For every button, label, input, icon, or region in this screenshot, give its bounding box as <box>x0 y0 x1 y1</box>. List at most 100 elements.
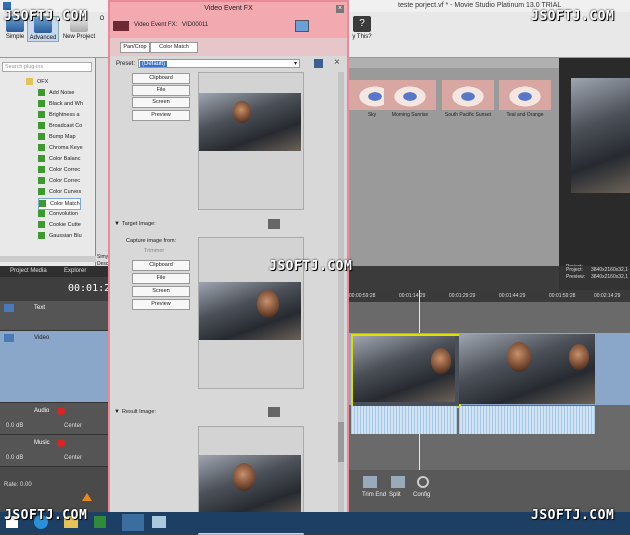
collapse-arrow-icon[interactable]: ▼ <box>114 221 120 227</box>
fx-icon <box>38 100 45 108</box>
audio-clip[interactable] <box>351 406 457 434</box>
preset-thumb[interactable] <box>442 80 494 110</box>
rate-panel: Rate: 0.00 <box>0 467 108 512</box>
preset-thumb[interactable] <box>384 80 436 110</box>
trimmer-label: Trimmer <box>144 248 165 254</box>
track-header-music[interactable]: Music 0.0 dB Center <box>0 435 108 467</box>
watermark: JSOFTJ.COM <box>4 508 88 523</box>
plugin-search[interactable]: Search plug-ins <box>2 62 92 72</box>
search-placeholder: Search plug-ins <box>5 64 44 70</box>
trim-end-icon <box>363 476 377 488</box>
tree-folder-ofx[interactable]: OFX <box>26 77 48 87</box>
preset-label: South Pacific Sunset <box>444 112 492 118</box>
track-header-video[interactable]: Video <box>0 331 108 403</box>
preset-select[interactable]: (Default) ▾ <box>138 59 300 68</box>
movie-studio-icon[interactable] <box>122 514 144 531</box>
open-button[interactable]: O <box>97 16 107 22</box>
time-ruler[interactable]: 00:00:59:28 00:01:14:29 00:01:29:29 00:0… <box>349 290 630 302</box>
warning-icon <box>82 493 92 501</box>
source-clipboard-button[interactable]: Clipboard <box>132 73 190 84</box>
tree-item[interactable]: Color Balanc <box>38 154 81 164</box>
folder-icon <box>26 78 33 86</box>
record-arm-icon[interactable] <box>57 439 65 447</box>
plugin-chain: Pan/Crop Color Match <box>110 38 347 56</box>
tree-item[interactable]: Bump Map <box>38 132 76 142</box>
target-image-label: Target Image: <box>122 221 156 227</box>
tree-side-panel: Simy Desc <box>96 58 108 267</box>
bottom-toolbar: Trim End Split Config <box>349 470 630 512</box>
tree-hscrollbar[interactable] <box>0 256 96 262</box>
fx-icon <box>38 177 45 185</box>
watermark: JSOFTJ.COM <box>531 9 615 24</box>
excel-icon[interactable] <box>94 516 106 528</box>
camera-icon[interactable] <box>268 407 280 417</box>
tab-project-media[interactable]: Project Media <box>10 268 47 274</box>
tree-item[interactable]: Chroma Keye <box>38 143 83 153</box>
source-file-button[interactable]: File <box>132 85 190 96</box>
close-icon[interactable]: × <box>336 5 344 13</box>
timecode-panel: 00:01:21 <box>0 277 116 301</box>
tree-item[interactable]: Color Correc <box>38 165 80 175</box>
fx-icon <box>38 221 45 229</box>
video-clip-selected[interactable] <box>351 334 461 408</box>
preset-label: Morning Sunrise <box>391 112 429 118</box>
scroll-thumb[interactable] <box>338 422 344 462</box>
record-arm-icon[interactable] <box>57 407 65 415</box>
chain-color-match[interactable]: Color Match <box>150 42 198 53</box>
chevron-down-icon: ▾ <box>293 61 297 67</box>
presets-header <box>349 58 559 68</box>
tree-item[interactable]: Add Noise <box>38 88 74 98</box>
tree-item[interactable]: Cookie Cutte <box>38 220 81 230</box>
track-icon <box>4 304 14 312</box>
tree-item[interactable]: Color Correc <box>38 176 80 186</box>
task-icon[interactable] <box>152 516 166 528</box>
preset-label: Preset: <box>116 61 136 67</box>
audio-clip[interactable] <box>459 406 595 434</box>
split-icon <box>391 476 405 488</box>
preview-frame <box>571 78 630 193</box>
fx-icon <box>38 133 45 141</box>
source-preview-button[interactable]: Preview <box>132 110 190 121</box>
tree-item[interactable]: Color Curves <box>38 187 81 197</box>
dialog-scrollbar[interactable] <box>338 72 344 533</box>
fx-icon <box>38 166 45 174</box>
preview-info: Project: 3840x2160x32,1 Preview: 3840x21… <box>559 266 630 290</box>
tree-item[interactable]: Brightness a <box>38 110 80 120</box>
camera-icon[interactable] <box>268 219 280 229</box>
target-clipboard-button[interactable]: Clipboard <box>132 260 190 271</box>
split-screen-icon[interactable] <box>295 20 309 32</box>
collapse-arrow-icon[interactable]: ▼ <box>114 409 120 415</box>
whats-this-button[interactable]: ? y This? <box>349 16 375 40</box>
target-screen-button[interactable]: Screen <box>132 286 190 297</box>
chain-pan-crop[interactable]: Pan/Crop <box>120 42 150 53</box>
track-header-audio[interactable]: Audio 0.0 dB Center <box>0 403 108 435</box>
track-header-text[interactable]: Text <box>0 301 108 331</box>
event-id: VID00011 <box>182 22 209 28</box>
tree-item[interactable]: Black and Wh <box>38 99 83 109</box>
help-icon: ? <box>353 16 371 32</box>
preset-thumb[interactable] <box>499 80 551 110</box>
gear-icon <box>417 476 429 488</box>
video-clip[interactable] <box>459 334 595 404</box>
tab-explorer[interactable]: Explorer <box>64 268 86 274</box>
save-preset-icon[interactable] <box>314 59 323 68</box>
fx-icon <box>38 210 45 218</box>
target-preview-button[interactable]: Preview <box>132 299 190 310</box>
plugin-tree: Search plug-ins OFX Add Noise Black and … <box>0 58 96 266</box>
tree-item[interactable]: Gaussian Blu <box>38 231 82 241</box>
fx-icon <box>38 122 45 130</box>
fx-header: Video Event FX: VID00011 <box>110 16 347 38</box>
window-docking-tabs: Project Media Explorer <box>0 266 108 277</box>
tree-item[interactable]: Convolution <box>38 209 78 219</box>
fx-icon <box>38 155 45 163</box>
source-screen-button[interactable]: Screen <box>132 97 190 108</box>
preset-label: Teal and Orange <box>506 112 544 118</box>
fx-icon <box>38 144 45 152</box>
source-image-box <box>198 72 304 210</box>
tree-item[interactable]: Broadcast Co <box>38 121 82 131</box>
target-file-button[interactable]: File <box>132 273 190 284</box>
watermark: JSOFTJ.COM <box>269 259 353 274</box>
target-image <box>199 282 301 340</box>
delete-preset-icon[interactable]: × <box>334 58 340 68</box>
event-label: Video Event FX: <box>134 22 178 28</box>
